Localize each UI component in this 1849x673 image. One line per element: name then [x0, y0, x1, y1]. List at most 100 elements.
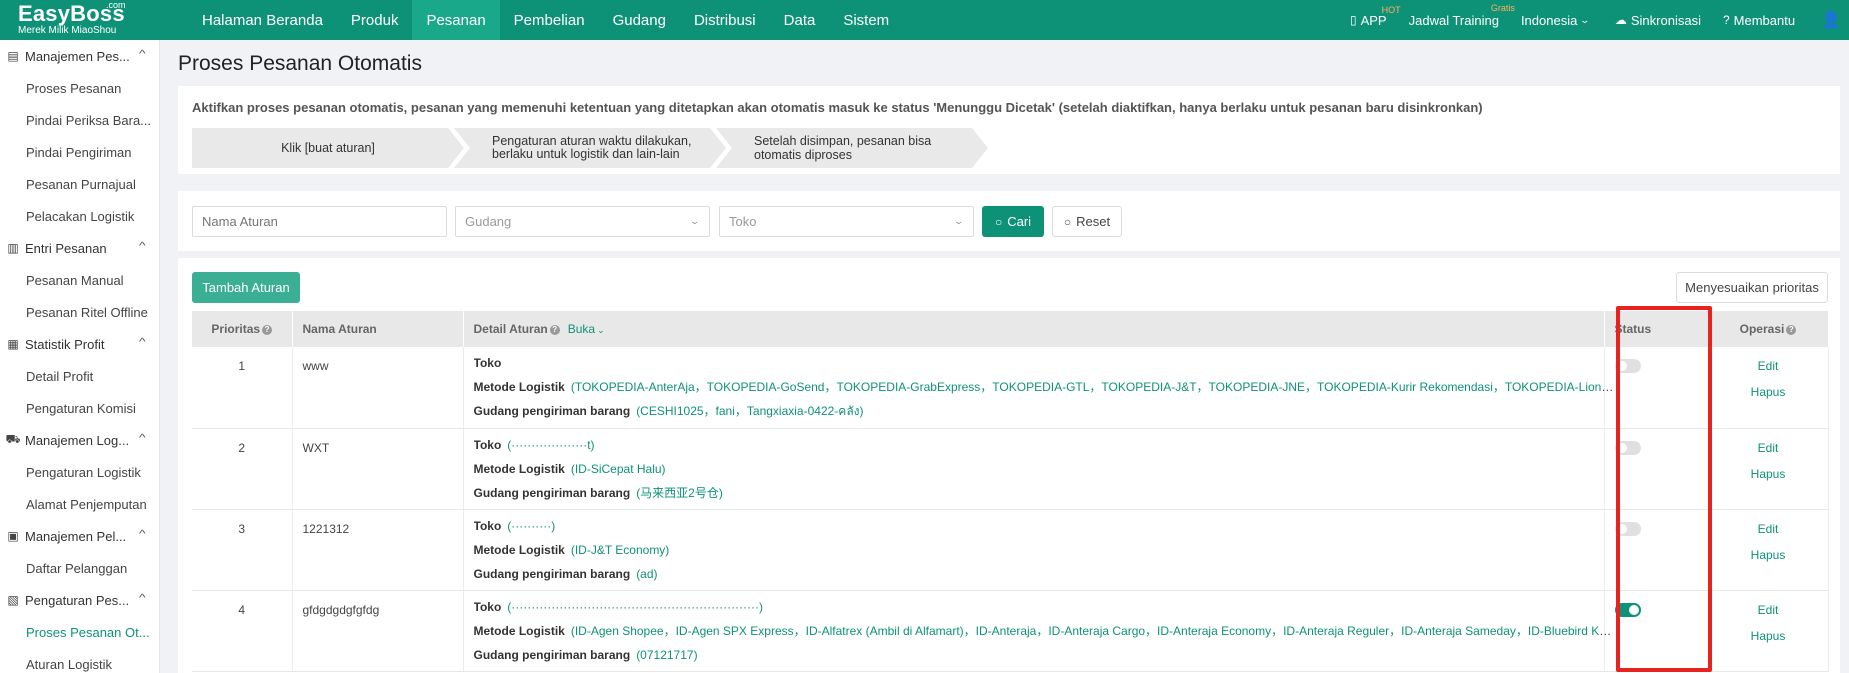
expand-toggle[interactable]: Buka ⌄ — [568, 322, 605, 336]
row-detail: Toko (···················t) Metode Logist… — [463, 428, 1605, 510]
detail-logistics: Metode Logistik (ID-SiCepat Halu) — [474, 461, 1614, 485]
nav-item-system[interactable]: Sistem — [829, 0, 903, 40]
user-avatar[interactable]: 👤 — [1821, 10, 1841, 30]
chevron-up-icon: ^ — [139, 49, 146, 60]
search-button[interactable]: ○ Cari — [982, 206, 1044, 237]
row-status — [1604, 347, 1709, 429]
shop-select[interactable]: Toko ⌄ — [719, 206, 974, 237]
expand-label: Buka — [567, 322, 596, 336]
header-priority-label: Prioritas — [211, 322, 261, 336]
row-priority: 3 — [192, 509, 293, 591]
row-ops: Edit Hapus — [1708, 509, 1829, 591]
sidebar-group-order-entry[interactable]: ▥ Entri Pesanan ^ — [0, 232, 159, 264]
detail-warehouse: Gudang pengiriman barang (马来西亚2号仓) — [474, 485, 1614, 509]
delete-link[interactable]: Hapus — [1709, 385, 1828, 411]
detail-shop: Toko (··········) — [474, 518, 1614, 542]
sidebar-item-scan-shipping[interactable]: Pindai Pengiriman — [0, 136, 159, 168]
delete-link[interactable]: Hapus — [1709, 629, 1828, 655]
header-detail: Detail Aturan? Buka ⌄ — [463, 311, 1605, 347]
brand-com: .com — [106, 0, 126, 10]
edit-link[interactable]: Edit — [1709, 603, 1828, 629]
detail-logistics: Metode Logistik (ID-J&T Economy) — [474, 542, 1614, 566]
step-1: Klik [buat aturan] — [192, 128, 464, 168]
chart-icon: ▦ — [7, 337, 19, 351]
sidebar-item-logistics-settings[interactable]: Pengaturan Logistik — [0, 456, 159, 488]
question-icon[interactable]: ? — [1786, 324, 1797, 335]
nav-item-products[interactable]: Produk — [337, 0, 413, 40]
search-icon: ○ — [994, 214, 1003, 229]
language-select[interactable]: Indonesia ⌄ — [1521, 13, 1593, 28]
reset-button[interactable]: ○ Reset — [1052, 206, 1122, 237]
brand-logo[interactable]: EasyBoss .com Merek Milik MiaoShou — [0, 0, 160, 40]
user-icon: 👤 — [1821, 12, 1841, 29]
help-link[interactable]: ? Membantu — [1723, 13, 1795, 28]
sidebar-item-auto-order-process[interactable]: Proses Pesanan Ot... — [0, 616, 159, 648]
status-toggle[interactable] — [1614, 521, 1641, 536]
sidebar-item-logistics-tracking[interactable]: Pelacakan Logistik — [0, 200, 159, 232]
sidebar-item-customer-list[interactable]: Daftar Pelanggan — [0, 552, 159, 584]
table-header-row: Prioritas? Nama Aturan Detail Aturan? Buk… — [192, 311, 1829, 347]
nav-item-orders[interactable]: Pesanan — [412, 0, 500, 40]
sidebar-item-pickup-address[interactable]: Alamat Penjemputan — [0, 488, 159, 520]
detail-logistics: Metode Logistik (TOKOPEDIA-AnterAja，TOKOP… — [474, 379, 1614, 403]
sidebar-group-customer-management[interactable]: ▣ Manajemen Pel... ^ — [0, 520, 159, 552]
sidebar-item-offline-retail[interactable]: Pesanan Ritel Offline — [0, 296, 159, 328]
warehouse-label: Gudang pengiriman barang — [473, 404, 631, 418]
edit-link[interactable]: Edit — [1709, 522, 1828, 548]
delete-link[interactable]: Hapus — [1709, 467, 1828, 493]
sidebar-group-order-settings[interactable]: ▧ Pengaturan Pes... ^ — [0, 584, 159, 616]
rule-name-input[interactable] — [192, 206, 447, 237]
question-icon[interactable]: ? — [549, 324, 560, 335]
edit-link[interactable]: Edit — [1709, 359, 1828, 385]
truck-icon: ⛟ — [5, 432, 21, 446]
info-text: Aktifkan proses pesanan otomatis, pesana… — [192, 100, 1483, 115]
sidebar-group-order-management[interactable]: ▤ Manajemen Pes... ^ — [0, 40, 159, 72]
adjust-priority-button[interactable]: Menyesuaikan prioritas — [1676, 272, 1828, 303]
warehouse-value: (马来西亚2号仓) — [636, 485, 723, 500]
detail-warehouse: Gudang pengiriman barang (CESHI1025，fani，… — [474, 403, 1614, 427]
sidebar-group-label: Statistik Profit — [25, 336, 105, 352]
chevron-up-icon: ^ — [139, 529, 146, 540]
edit-link[interactable]: Edit — [1709, 441, 1828, 467]
sidebar-item-scan-check[interactable]: Pindai Periksa Bara... — [0, 104, 159, 136]
row-priority: 4 — [192, 590, 293, 672]
sidebar-item-order-process[interactable]: Proses Pesanan — [0, 72, 159, 104]
training-link[interactable]: Jadwal Training Gratis — [1409, 3, 1515, 28]
delete-link[interactable]: Hapus — [1709, 548, 1828, 574]
nav-item-distribution[interactable]: Distribusi — [680, 0, 770, 40]
nav-item-home[interactable]: Halaman Beranda — [188, 0, 337, 40]
header-priority: Prioritas? — [192, 311, 293, 347]
nav-item-purchasing[interactable]: Pembelian — [500, 0, 599, 40]
status-toggle[interactable] — [1614, 440, 1641, 455]
question-icon[interactable]: ? — [262, 324, 273, 335]
sidebar-item-logistics-rules[interactable]: Aturan Logistik — [0, 648, 159, 673]
warehouse-label: Gudang pengiriman barang — [473, 647, 631, 662]
sync-link[interactable]: ☁ Sinkronisasi — [1615, 13, 1701, 28]
nav-item-data[interactable]: Data — [770, 0, 830, 40]
nav-item-warehouse[interactable]: Gudang — [599, 0, 680, 40]
sidebar-item-profit-detail[interactable]: Detail Profit — [0, 360, 159, 392]
row-status — [1604, 509, 1709, 591]
row-ops: Edit Hapus — [1708, 428, 1829, 510]
sidebar-group-profit-stats[interactable]: ▦ Statistik Profit ^ — [0, 328, 159, 360]
shop-value: (··········) — [507, 518, 556, 533]
sidebar: ▤ Manajemen Pes... ^ Proses Pesanan Pind… — [0, 40, 160, 673]
logistics-label: Metode Logistik — [473, 461, 565, 476]
row-detail: Toko (··········) Metode Logistik (ID-J&T … — [463, 509, 1605, 591]
sidebar-item-commission-settings[interactable]: Pengaturan Komisi — [0, 392, 159, 424]
app-link[interactable]: ▯ APP HOT — [1350, 5, 1401, 28]
header-status: Status — [1604, 311, 1709, 347]
status-toggle[interactable] — [1614, 359, 1641, 373]
language-label: Indonesia — [1520, 12, 1578, 28]
detail-shop: Toko (···································… — [474, 599, 1614, 623]
add-rule-button[interactable]: Tambah Aturan — [192, 272, 300, 303]
row-priority: 1 — [192, 347, 293, 429]
sidebar-group-logistics-management[interactable]: ⛟ Manajemen Log... ^ — [0, 424, 159, 456]
sidebar-item-manual-order[interactable]: Pesanan Manual — [0, 264, 159, 296]
app-hot-badge: HOT — [1381, 4, 1401, 15]
brand-tagline: Merek Milik MiaoShou — [18, 25, 117, 36]
status-toggle[interactable] — [1614, 602, 1641, 617]
warehouse-select[interactable]: Gudang ⌄ — [455, 206, 710, 237]
detail-warehouse: Gudang pengiriman barang (ad) — [474, 566, 1614, 590]
sidebar-item-after-sales[interactable]: Pesanan Purnajual — [0, 168, 159, 200]
